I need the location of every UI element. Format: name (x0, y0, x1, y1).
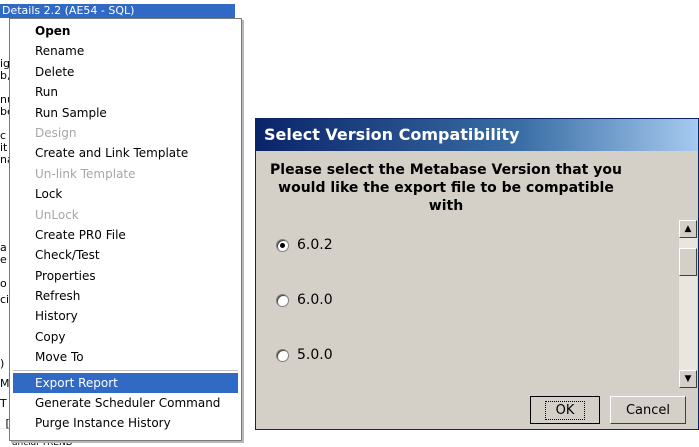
menu-item-un-link-template: Un-link Template (35, 166, 136, 181)
menu-item-generate-scheduler-command[interactable]: Generate Scheduler Command (13, 393, 238, 413)
menu-item-purge-instance-history[interactable]: Purge Instance History (13, 413, 238, 433)
radio-option-5-0-0[interactable]: 5.0.0 (276, 347, 333, 363)
radio-label: 5.0.0 (297, 347, 333, 363)
menu-item-lock[interactable]: Lock (13, 184, 238, 204)
scroll-up-arrow-icon[interactable]: ▲ (679, 220, 697, 238)
menu-item-run[interactable]: Run (13, 82, 238, 102)
cancel-button-label: Cancel (625, 402, 671, 418)
menu-item-run-sample[interactable]: Run Sample (13, 103, 238, 123)
menu-item-history[interactable]: History (13, 306, 238, 326)
menu-item-create-and-link-template[interactable]: Create and Link Template (13, 143, 238, 163)
radio-option-6-0-2[interactable]: 6.0.2 (276, 237, 333, 253)
dialog-prompt: Please select the Metabase Version that … (270, 162, 622, 214)
menu-item-copy[interactable]: Copy (13, 327, 238, 347)
context-menu: Open Rename Delete Run Run Sample Design Creat… (9, 18, 242, 441)
radio-label: 6.0.0 (297, 292, 333, 308)
menu-item-delete[interactable]: Delete (13, 62, 238, 82)
dialog-title-bar[interactable]: Select Version Compatibility (256, 119, 698, 151)
dialog-title: Select Version Compatibility (264, 125, 520, 144)
menu-item-check-test[interactable]: Check/Test (13, 245, 238, 265)
cancel-button[interactable]: Cancel (610, 396, 686, 424)
vertical-scrollbar[interactable]: ▲ ▼ (679, 220, 697, 388)
menu-item-refresh[interactable]: Refresh (13, 286, 238, 306)
radio-option-6-0-0[interactable]: 6.0.0 (276, 292, 333, 308)
radio-label: 6.0.2 (297, 237, 333, 253)
menu-item-rename[interactable]: Rename (13, 41, 238, 61)
menu-item-export-report[interactable]: Export Report (13, 372, 238, 394)
radio-button[interactable] (276, 293, 289, 307)
ok-button[interactable]: OK (530, 396, 600, 424)
version-dialog: Select Version Compatibility Please sele… (255, 118, 699, 430)
menu-item-design: Design (35, 125, 77, 140)
menu-item-open[interactable]: Open (13, 21, 238, 41)
ok-button-label: OK (544, 400, 586, 420)
radio-button[interactable] (276, 238, 289, 252)
radio-button[interactable] (276, 348, 289, 362)
scroll-down-arrow-icon[interactable]: ▼ (679, 370, 697, 388)
tree-selected-node[interactable]: Details 2.2 (AE54 - SQL) (0, 4, 235, 18)
menu-item-properties[interactable]: Properties (13, 266, 238, 286)
scroll-thumb[interactable] (679, 248, 697, 276)
menu-item-move-to[interactable]: Move To (13, 347, 238, 367)
menu-separator (13, 369, 238, 371)
menu-item-create-pr0-file[interactable]: Create PR0 File (13, 225, 238, 245)
menu-item-unlock: UnLock (35, 207, 79, 222)
